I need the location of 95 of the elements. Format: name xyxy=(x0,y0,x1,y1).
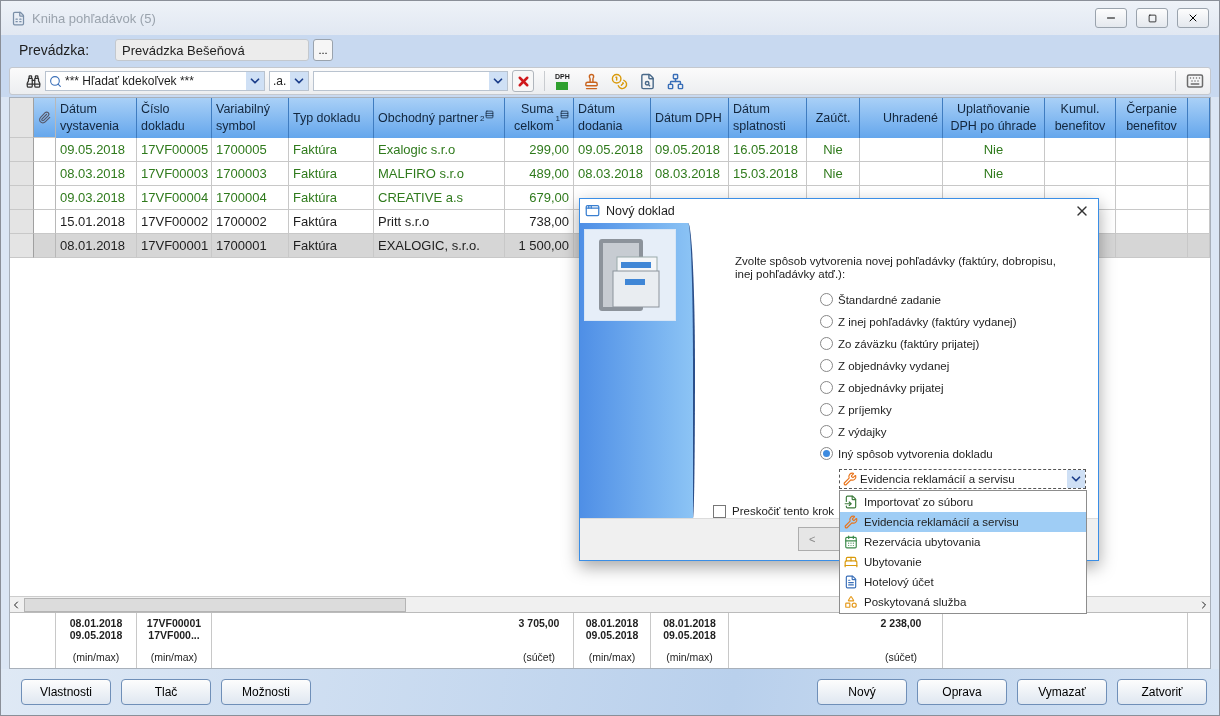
sort-indicator: 2 xyxy=(480,109,494,127)
document-icon xyxy=(11,10,26,26)
summary-note: (súčet) xyxy=(522,651,556,663)
option-label[interactable]: Z príjemky xyxy=(838,403,892,416)
radio-button[interactable] xyxy=(820,337,833,351)
option-label[interactable]: Zo záväzku (faktúry prijatej) xyxy=(838,337,980,350)
action-button[interactable]: Oprava xyxy=(917,679,1007,705)
stamp-icon[interactable] xyxy=(583,72,601,90)
radio-button[interactable] xyxy=(820,403,833,417)
radio-button[interactable] xyxy=(820,425,833,439)
close-button[interactable] xyxy=(1177,8,1209,28)
summary-value: 09.05.2018 xyxy=(585,629,639,641)
table-cell: EXALOGIC, s.r.o. xyxy=(374,234,505,258)
summary-note: (min/max) xyxy=(666,651,713,663)
action-button[interactable]: Vymazať xyxy=(1017,679,1107,705)
row-selector[interactable] xyxy=(10,234,34,258)
summary-value: 17VF00001 xyxy=(146,617,202,629)
radio-button[interactable] xyxy=(820,293,833,307)
option-label[interactable]: Z objednávky prijatej xyxy=(838,381,944,394)
maximize-button[interactable] xyxy=(1136,8,1168,28)
coins-icon[interactable] xyxy=(611,72,629,90)
document-icon xyxy=(844,574,858,589)
shapes-icon xyxy=(844,594,858,609)
maximize-icon xyxy=(1147,13,1157,23)
table-cell: 17VF00001 xyxy=(137,234,212,258)
wrench-icon xyxy=(844,514,858,529)
summary-value: 09.05.2018 xyxy=(663,629,716,641)
scrollbar-thumb[interactable] xyxy=(24,597,406,612)
summary-value: 2 238,00 xyxy=(880,617,922,629)
document-search-icon[interactable] xyxy=(639,72,657,90)
radio-button[interactable] xyxy=(820,381,833,395)
paperclip-icon xyxy=(38,111,51,124)
summary-value: 09.05.2018 xyxy=(69,629,123,641)
close-icon xyxy=(1187,12,1199,24)
action-button[interactable]: Zatvoriť xyxy=(1117,679,1207,705)
keyboard-icon[interactable] xyxy=(1186,72,1204,90)
checkbox[interactable] xyxy=(713,504,726,518)
field-label: Prevádzka: xyxy=(19,42,91,58)
bed-icon xyxy=(844,554,858,569)
radio-button[interactable] xyxy=(820,315,833,329)
action-button[interactable]: Nový xyxy=(817,679,907,705)
dropdown-button[interactable] xyxy=(290,72,308,90)
option-label[interactable]: Z objednávky vydanej xyxy=(838,359,950,372)
summary-value: 17VF000... xyxy=(148,629,200,641)
calendar-icon xyxy=(844,534,858,549)
window-icon xyxy=(585,203,600,219)
table-cell: 1 500,00 xyxy=(505,234,574,258)
table-cell: 08.01.2018 xyxy=(56,234,137,258)
table-cell: 1700001 xyxy=(212,234,289,258)
summary-note: (súčet) xyxy=(884,651,918,663)
mode-dropdown[interactable]: .a. xyxy=(269,71,309,91)
search-field[interactable]: *** Hľadať kdekoľvek *** xyxy=(45,71,265,91)
dialog-title: Nový doklad xyxy=(606,203,676,218)
window-title: Kniha pohľadávok (5) xyxy=(32,10,157,26)
option-label[interactable]: Štandardné zadanie xyxy=(838,293,941,306)
row-selector[interactable] xyxy=(10,210,34,234)
minimize-button[interactable] xyxy=(1095,8,1127,28)
summary-note: (min/max) xyxy=(588,651,636,663)
summary-value: 3 705,00 xyxy=(518,617,560,629)
table-row[interactable]: 09.05.2018 17VF00005 1700005 Faktúra Exalogic s.r.o 299,00 09.05.2018 09.05.2018 16.05.2018 Nie Nie xyxy=(10,138,1210,162)
dropdown-button[interactable] xyxy=(246,72,264,90)
wrench-icon xyxy=(843,471,857,486)
summary-value: 08.01.2018 xyxy=(663,617,716,629)
dropdown-button[interactable] xyxy=(489,72,507,90)
option-label[interactable]: Z inej pohľadávky (faktúry vydanej) xyxy=(838,315,1017,328)
dropdown-button[interactable] xyxy=(1067,469,1085,488)
summary-value: 08.01.2018 xyxy=(585,617,639,629)
option-label[interactable]: Z výdajky xyxy=(838,425,887,438)
row-selector[interactable] xyxy=(10,138,34,162)
action-button[interactable]: Vlastnosti xyxy=(21,679,111,705)
summary-note: (min/max) xyxy=(72,651,120,663)
action-button[interactable]: Tlač xyxy=(121,679,211,705)
summary-note: (min/max) xyxy=(150,651,198,663)
browse-button[interactable]: ... xyxy=(313,39,333,61)
option-label[interactable]: Iný spôsob vytvorenia dokladu xyxy=(838,447,993,460)
table-cell: Faktúra xyxy=(289,234,374,258)
clear-button[interactable] xyxy=(512,70,534,92)
action-button[interactable]: Možnosti xyxy=(221,679,311,705)
sort-indicator: 1 xyxy=(555,109,569,127)
dialog-prompt: Zvolte spôsob vytvorenia novej pohľadávky (faktúry, dobropisu, inej pohľadávky atď.): xyxy=(735,254,1057,281)
prevadzka-field[interactable]: Prevádzka Bešeňová xyxy=(115,39,309,61)
summary-value: 08.01.2018 xyxy=(69,617,123,629)
tree-icon[interactable] xyxy=(667,72,685,90)
search-icon xyxy=(49,74,62,88)
radio-button[interactable] xyxy=(820,447,833,461)
binoculars-icon[interactable] xyxy=(26,73,41,89)
attachment-cell xyxy=(34,234,56,258)
row-selector[interactable] xyxy=(10,162,34,186)
filter-field[interactable] xyxy=(313,71,508,91)
row-selector[interactable] xyxy=(10,186,34,210)
table-row[interactable]: 08.03.2018 17VF00003 1700003 Faktúra MALFIRO s.r.o 489,00 08.03.2018 08.03.2018 15.03.2018 Nie Nie xyxy=(10,162,1210,186)
radio-button[interactable] xyxy=(820,359,833,373)
import-file-icon xyxy=(844,494,858,509)
list-item[interactable]: Evidencia reklamácií a servisu xyxy=(840,511,1086,532)
checkbox-label[interactable]: Preskočiť tento krok xyxy=(732,505,835,518)
